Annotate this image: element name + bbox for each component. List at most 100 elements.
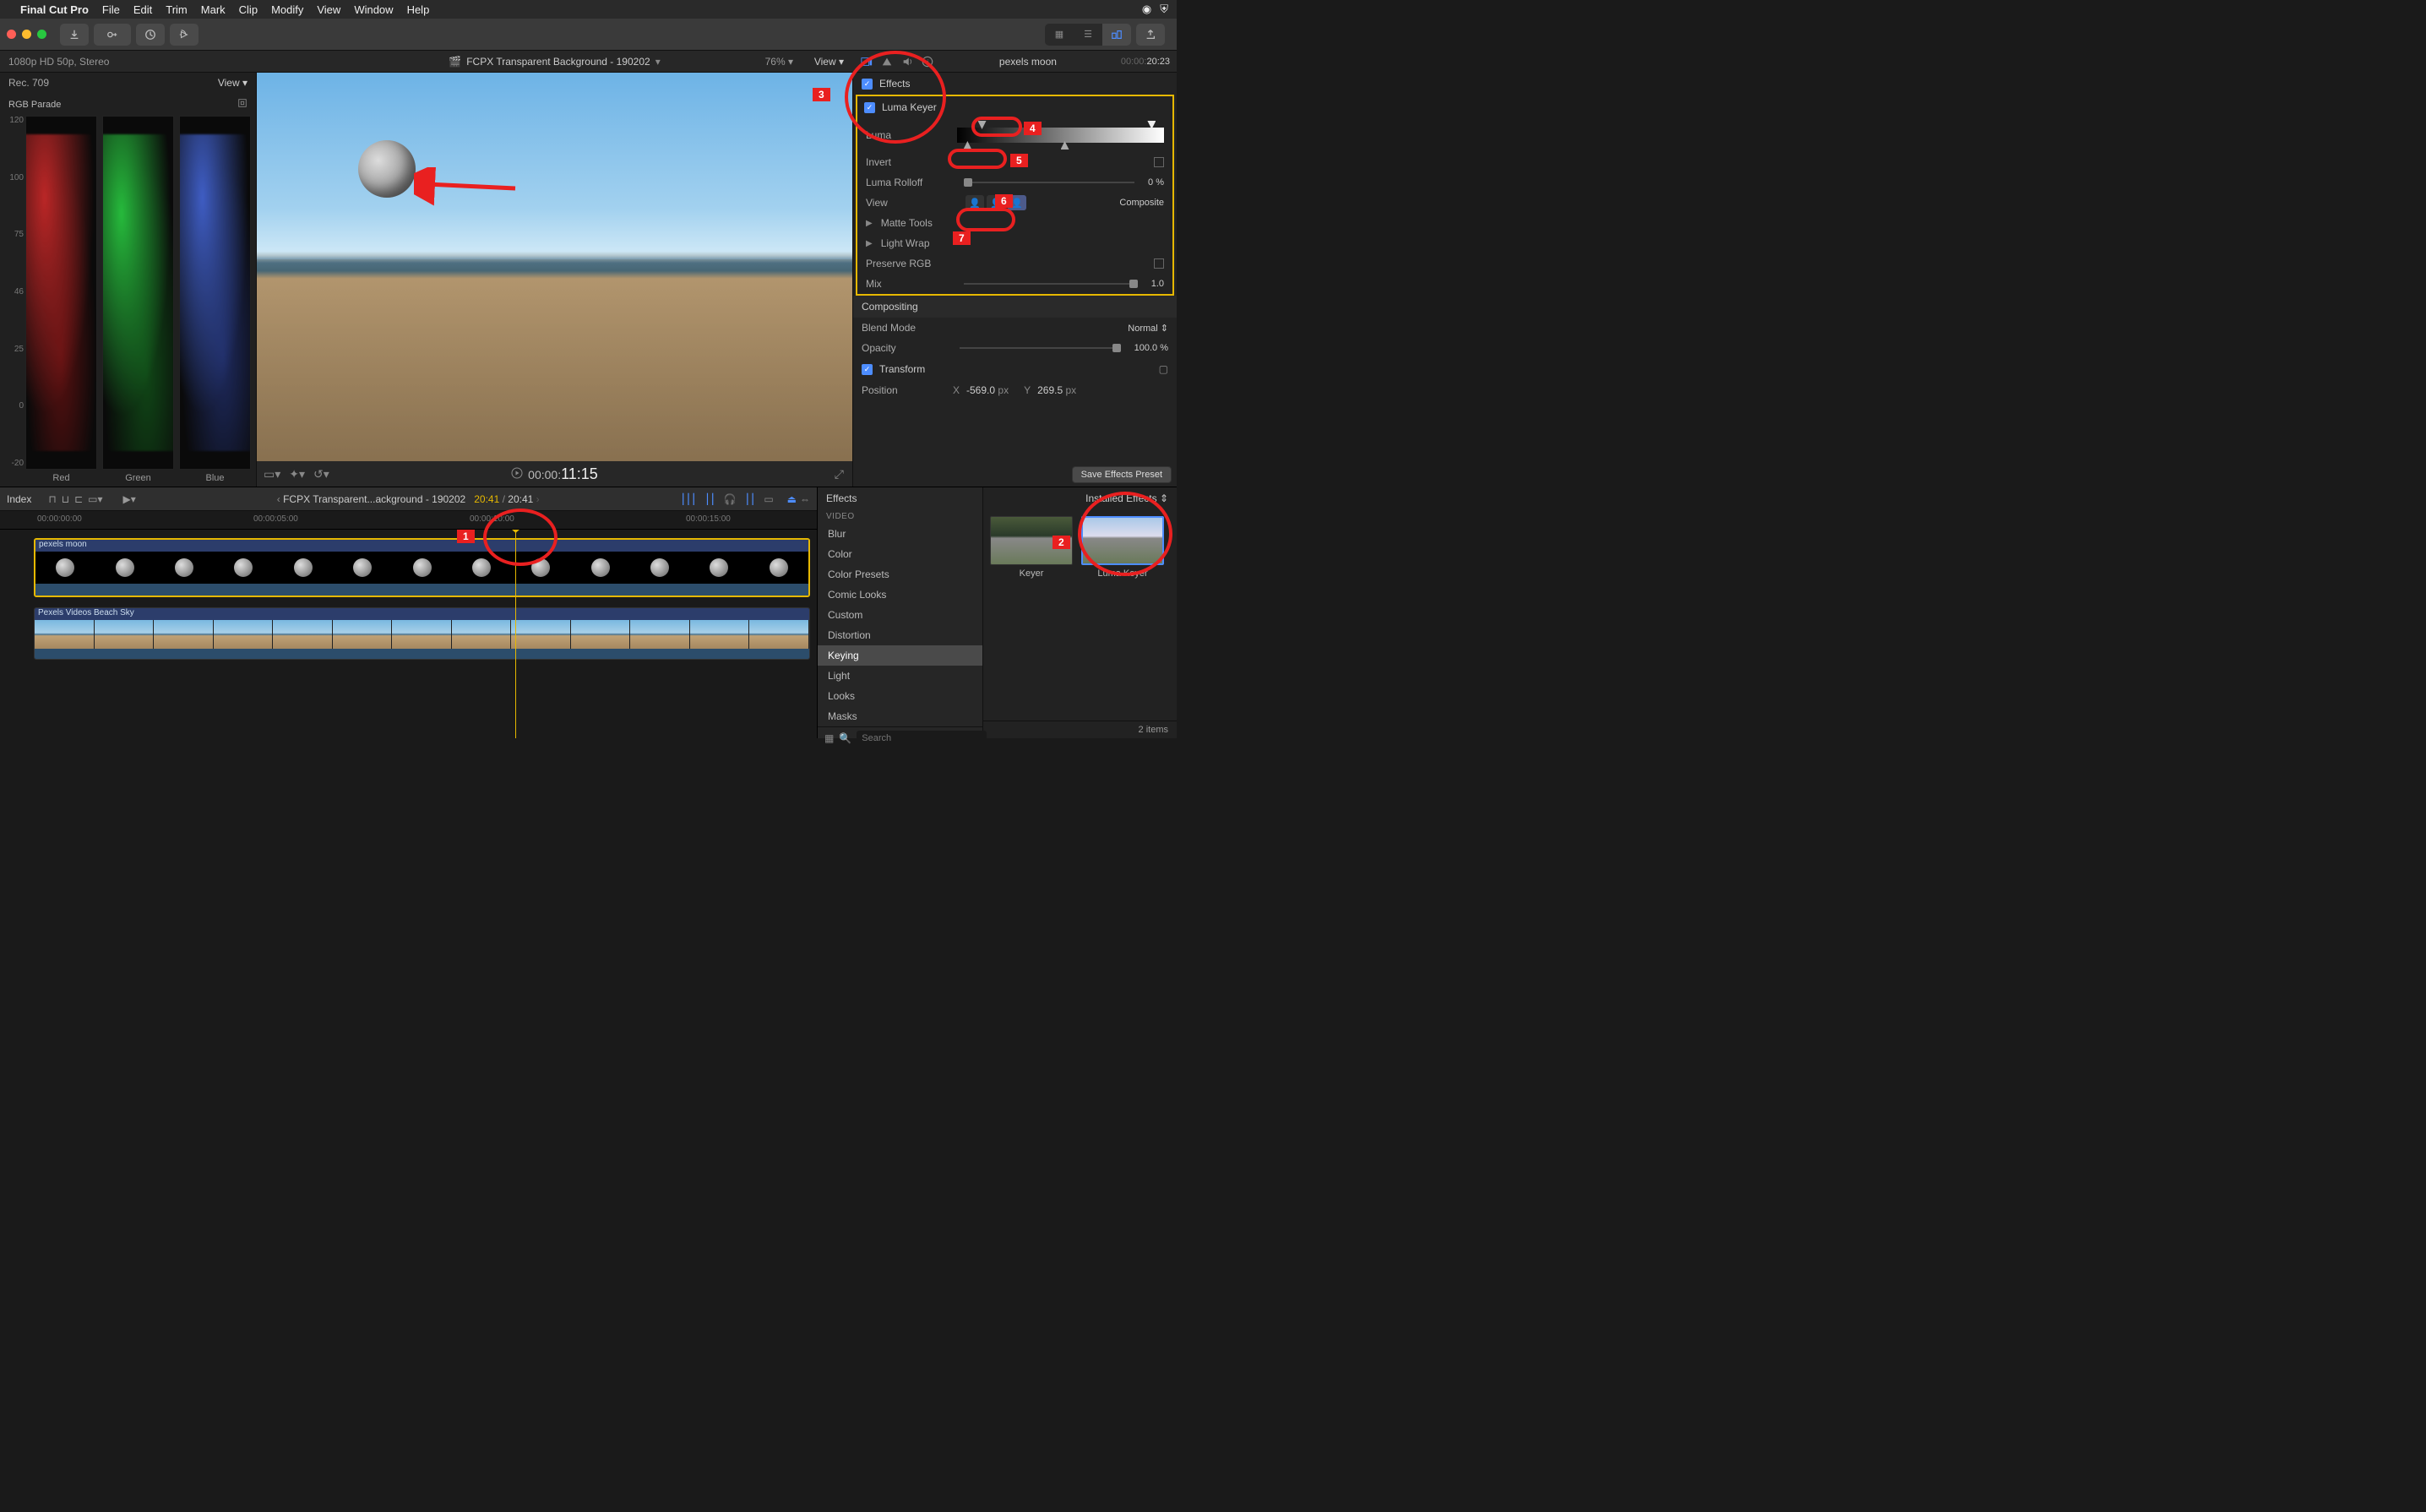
scopes-settings-icon[interactable] [237,98,247,111]
timeline-index-button[interactable]: Index [7,493,31,505]
inspector-color-tab[interactable] [879,54,895,69]
transform-header[interactable]: ✓ Transform ▢ [853,358,1177,380]
timeline-ruler[interactable]: 00:00:00:00 00:00:05:00 00:00:10:00 00:0… [0,511,817,530]
transform-checkbox[interactable]: ✓ [862,364,873,375]
menu-help[interactable]: Help [407,3,430,16]
fullscreen-icon[interactable]: ⤢ [835,467,844,481]
timeline-view-icon[interactable]: ▭ [764,493,773,505]
view-composite-icon[interactable]: 👤 [966,195,984,210]
menu-modify[interactable]: Modify [271,3,303,16]
retime-tool-dropdown[interactable]: ↺▾ [313,467,329,481]
installed-effects-dropdown[interactable]: Installed Effects ⇕ [983,487,1177,509]
fx-item-keyer[interactable]: Keyer [990,516,1073,579]
timeline-breadcrumb[interactable]: ‹ FCPX Transparent...ackground - 190202 … [144,493,672,505]
luma-bottom-handle-high[interactable] [1061,141,1069,150]
project-title[interactable]: FCPX Transparent Background - 190202 [466,56,650,68]
opacity-value[interactable]: 100.0 % [1134,343,1168,353]
position-y-value[interactable]: 269.5 px [1037,384,1076,396]
inspector-info-tab[interactable]: i [920,54,935,69]
viewer-canvas[interactable] [257,73,852,461]
luma-top-handle-high[interactable] [1147,121,1156,129]
viewer-view-dropdown[interactable]: View ▾ [814,56,844,68]
menu-window[interactable]: Window [354,3,393,16]
effects-settings-icon[interactable]: ▦ [824,732,834,744]
save-effects-preset-button[interactable]: Save Effects Preset [1072,466,1172,483]
luma-rolloff-slider[interactable] [964,182,1134,183]
menu-clip[interactable]: Clip [239,3,258,16]
position-x-value[interactable]: -569.0 px [966,384,1009,396]
fx-cat-blur[interactable]: Blur [818,524,982,544]
fx-cat-comic-looks[interactable]: Comic Looks [818,585,982,605]
invert-checkbox[interactable] [1154,157,1164,167]
fx-cat-looks[interactable]: Looks [818,686,982,706]
mix-slider[interactable] [964,283,1138,285]
share-button[interactable] [1136,24,1165,46]
inspector-layout-button[interactable] [1102,24,1131,46]
render-button[interactable] [170,24,199,46]
maximize-button[interactable] [37,30,46,39]
inspector-audio-tab[interactable] [900,54,915,69]
viewer-zoom-dropdown[interactable]: 76% ▾ [765,56,793,68]
keyword-button[interactable] [94,24,131,46]
fx-cat-color[interactable]: Color [818,544,982,564]
snapping-icon[interactable]: ⎮⎮ [745,493,756,505]
insert-clip-button[interactable]: ⊔ [62,493,69,505]
timeline-split-icon[interactable]: ⇔ [800,493,810,505]
project-dropdown-icon[interactable]: ▾ [655,56,661,68]
inspector-video-tab[interactable] [859,54,874,69]
menu-view[interactable]: View [317,3,340,16]
viewer-timecode[interactable]: 00:00:11:15 [528,465,598,483]
light-wrap-row[interactable]: ▶Light Wrap [857,233,1172,253]
fx-cat-color-presets[interactable]: Color Presets [818,564,982,585]
matte-tools-row[interactable]: ▶Matte Tools [857,213,1172,233]
fx-cat-masks[interactable]: Masks [818,706,982,726]
view-matte-icon[interactable]: 👤 [987,195,1005,210]
luma-keyer-checkbox[interactable]: ✓ [864,102,875,113]
timeline-eject-icon[interactable]: ⏏ [787,493,797,505]
overwrite-clip-button[interactable]: ▭▾ [88,493,102,505]
play-icon[interactable] [511,467,523,481]
clip-pexels-moon[interactable]: pexels moon [34,538,810,597]
color-tool-dropdown[interactable]: ✦▾ [289,467,305,481]
view-original-icon[interactable]: 👤 [1008,195,1026,210]
creative-cloud-icon[interactable]: ◉ [1142,3,1151,16]
solo-icon[interactable]: 🎧 [724,493,737,505]
effects-checkbox[interactable]: ✓ [862,79,873,90]
audio-skimming-icon[interactable]: ⎮⎮ [704,493,715,505]
import-button[interactable] [60,24,89,46]
append-clip-button[interactable]: ⊏ [74,493,83,505]
fx-cat-custom[interactable]: Custom [818,605,982,625]
playhead[interactable] [515,530,516,738]
scopes-view-dropdown[interactable]: View ▾ [218,77,247,89]
connect-clip-button[interactable]: ⊓ [48,493,56,505]
menu-file[interactable]: File [102,3,120,16]
minimize-button[interactable] [22,30,31,39]
background-tasks-button[interactable] [136,24,165,46]
app-name[interactable]: Final Cut Pro [20,3,89,16]
menu-edit[interactable]: Edit [133,3,152,16]
blend-mode-dropdown[interactable]: Normal ⇕ [1128,323,1168,334]
luma-keyer-label[interactable]: Luma Keyer [882,101,937,113]
fx-cat-light[interactable]: Light [818,666,982,686]
luma-bottom-handle-low[interactable] [963,141,971,150]
browser-layout-button[interactable]: ▦ [1045,24,1074,46]
select-tool-dropdown[interactable]: ▶▾ [123,493,136,505]
mix-value[interactable]: 1.0 [1151,279,1164,289]
timeline-tracks[interactable]: pexels moon Pexels Videos Beach Sky [0,530,817,738]
luma-range-control[interactable] [957,121,1164,150]
opacity-slider[interactable] [960,347,1121,349]
clip-beach-sky[interactable]: Pexels Videos Beach Sky [34,607,810,660]
fx-cat-keying[interactable]: Keying [818,645,982,666]
timeline-layout-button[interactable]: ☰ [1074,24,1102,46]
menu-mark[interactable]: Mark [201,3,226,16]
luma-top-handle-low[interactable] [978,121,987,129]
menu-trim[interactable]: Trim [166,3,188,16]
shield-icon[interactable]: ⛨ [1160,3,1168,16]
fx-item-luma-keyer[interactable]: Luma Keyer [1081,516,1164,579]
effects-search-input[interactable] [857,731,987,746]
effects-header[interactable]: ✓ Effects [853,73,1177,95]
close-button[interactable] [7,30,16,39]
transform-reset-icon[interactable]: ▢ [1159,363,1168,375]
luma-rolloff-value[interactable]: 0 % [1148,177,1164,188]
fx-cat-distortion[interactable]: Distortion [818,625,982,645]
